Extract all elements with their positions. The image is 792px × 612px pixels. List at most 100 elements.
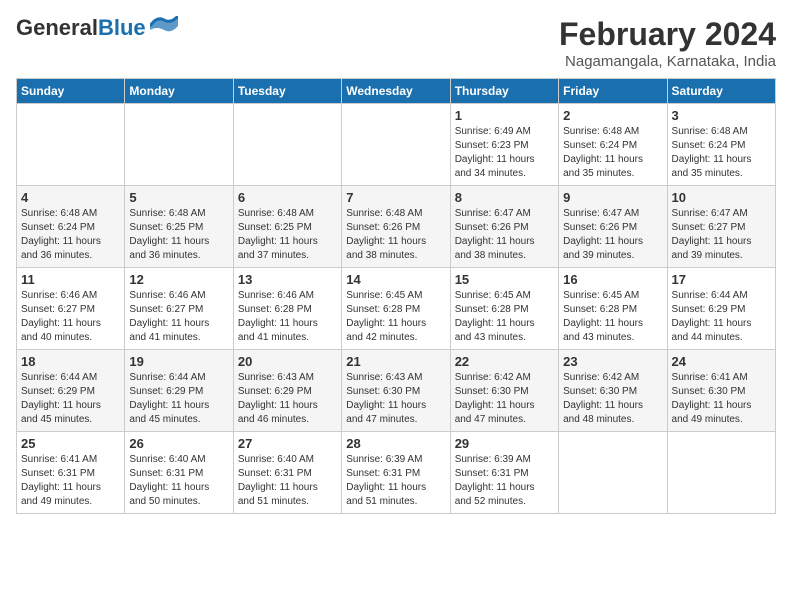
day-cell: 17 Sunrise: 6:44 AM Sunset: 6:29 PM Dayli… bbox=[667, 268, 775, 350]
day-number: 26 bbox=[129, 436, 228, 451]
day-cell: 22 Sunrise: 6:42 AM Sunset: 6:30 PM Dayli… bbox=[450, 350, 558, 432]
day-number: 17 bbox=[672, 272, 771, 287]
header-cell-friday: Friday bbox=[559, 79, 667, 104]
day-cell bbox=[342, 104, 450, 186]
day-info: Sunrise: 6:48 AM Sunset: 6:25 PM Dayligh… bbox=[129, 207, 228, 263]
day-cell: 26 Sunrise: 6:40 AM Sunset: 6:31 PM Dayli… bbox=[125, 432, 233, 514]
day-number: 8 bbox=[455, 190, 554, 205]
day-cell: 25 Sunrise: 6:41 AM Sunset: 6:31 PM Dayli… bbox=[17, 432, 125, 514]
day-cell bbox=[17, 104, 125, 186]
header-cell-sunday: Sunday bbox=[17, 79, 125, 104]
day-cell bbox=[667, 432, 775, 514]
page-header: GeneralBlue February 2024 Nagamangala, K… bbox=[16, 16, 776, 70]
day-info: Sunrise: 6:45 AM Sunset: 6:28 PM Dayligh… bbox=[346, 289, 445, 345]
day-cell: 21 Sunrise: 6:43 AM Sunset: 6:30 PM Dayli… bbox=[342, 350, 450, 432]
header-cell-thursday: Thursday bbox=[450, 79, 558, 104]
day-cell: 14 Sunrise: 6:45 AM Sunset: 6:28 PM Dayli… bbox=[342, 268, 450, 350]
day-info: Sunrise: 6:41 AM Sunset: 6:30 PM Dayligh… bbox=[672, 371, 771, 427]
month-year-title: February 2024 bbox=[559, 16, 776, 53]
day-cell: 28 Sunrise: 6:39 AM Sunset: 6:31 PM Dayli… bbox=[342, 432, 450, 514]
day-number: 13 bbox=[238, 272, 337, 287]
day-number: 5 bbox=[129, 190, 228, 205]
day-cell: 23Sunrise: 6:42 AM Sunset: 6:30 PM Dayli… bbox=[559, 350, 667, 432]
day-cell bbox=[233, 104, 341, 186]
day-cell: 19 Sunrise: 6:44 AM Sunset: 6:29 PM Dayli… bbox=[125, 350, 233, 432]
week-row-3: 11 Sunrise: 6:46 AM Sunset: 6:27 PM Dayli… bbox=[17, 268, 776, 350]
day-cell: 6 Sunrise: 6:48 AM Sunset: 6:25 PM Daylig… bbox=[233, 186, 341, 268]
day-number: 14 bbox=[346, 272, 445, 287]
day-number: 2 bbox=[563, 108, 662, 123]
day-info: Sunrise: 6:41 AM Sunset: 6:31 PM Dayligh… bbox=[21, 453, 120, 509]
day-number: 10 bbox=[672, 190, 771, 205]
day-number: 21 bbox=[346, 354, 445, 369]
day-cell bbox=[125, 104, 233, 186]
day-info: Sunrise: 6:44 AM Sunset: 6:29 PM Dayligh… bbox=[21, 371, 120, 427]
day-info: Sunrise: 6:47 AM Sunset: 6:27 PM Dayligh… bbox=[672, 207, 771, 263]
day-info: Sunrise: 6:48 AM Sunset: 6:24 PM Dayligh… bbox=[672, 125, 771, 181]
day-info: Sunrise: 6:48 AM Sunset: 6:24 PM Dayligh… bbox=[563, 125, 662, 181]
day-info: Sunrise: 6:43 AM Sunset: 6:30 PM Dayligh… bbox=[346, 371, 445, 427]
day-info: Sunrise: 6:43 AM Sunset: 6:29 PM Dayligh… bbox=[238, 371, 337, 427]
day-number: 3 bbox=[672, 108, 771, 123]
day-info: Sunrise: 6:44 AM Sunset: 6:29 PM Dayligh… bbox=[129, 371, 228, 427]
logo: GeneralBlue bbox=[16, 16, 178, 41]
day-info: Sunrise: 6:44 AM Sunset: 6:29 PM Dayligh… bbox=[672, 289, 771, 345]
header-row: SundayMondayTuesdayWednesdayThursdayFrid… bbox=[17, 79, 776, 104]
day-number: 29 bbox=[455, 436, 554, 451]
day-info: Sunrise: 6:39 AM Sunset: 6:31 PM Dayligh… bbox=[346, 453, 445, 509]
day-number: 28 bbox=[346, 436, 445, 451]
day-info: Sunrise: 6:45 AM Sunset: 6:28 PM Dayligh… bbox=[455, 289, 554, 345]
day-number: 15 bbox=[455, 272, 554, 287]
header-cell-saturday: Saturday bbox=[667, 79, 775, 104]
header-cell-wednesday: Wednesday bbox=[342, 79, 450, 104]
day-cell: 3 Sunrise: 6:48 AM Sunset: 6:24 PM Daylig… bbox=[667, 104, 775, 186]
logo-icon bbox=[150, 16, 178, 36]
day-cell: 24 Sunrise: 6:41 AM Sunset: 6:30 PM Dayli… bbox=[667, 350, 775, 432]
title-block: February 2024 Nagamangala, Karnataka, In… bbox=[559, 16, 776, 70]
header-cell-tuesday: Tuesday bbox=[233, 79, 341, 104]
day-number: 25 bbox=[21, 436, 120, 451]
day-info: Sunrise: 6:39 AM Sunset: 6:31 PM Dayligh… bbox=[455, 453, 554, 509]
day-info: Sunrise: 6:42 AM Sunset: 6:30 PM Dayligh… bbox=[455, 371, 554, 427]
day-number: 6 bbox=[238, 190, 337, 205]
day-info: Sunrise: 6:40 AM Sunset: 6:31 PM Dayligh… bbox=[129, 453, 228, 509]
day-number: 18 bbox=[21, 354, 120, 369]
day-number: 12 bbox=[129, 272, 228, 287]
day-cell: 8 Sunrise: 6:47 AM Sunset: 6:26 PM Daylig… bbox=[450, 186, 558, 268]
day-cell: 15 Sunrise: 6:45 AM Sunset: 6:28 PM Dayli… bbox=[450, 268, 558, 350]
day-info: Sunrise: 6:48 AM Sunset: 6:24 PM Dayligh… bbox=[21, 207, 120, 263]
day-cell: 9 Sunrise: 6:47 AM Sunset: 6:26 PM Daylig… bbox=[559, 186, 667, 268]
day-number: 7 bbox=[346, 190, 445, 205]
day-cell: 7Sunrise: 6:48 AM Sunset: 6:26 PM Daylig… bbox=[342, 186, 450, 268]
day-info: Sunrise: 6:40 AM Sunset: 6:31 PM Dayligh… bbox=[238, 453, 337, 509]
day-cell: 16Sunrise: 6:45 AM Sunset: 6:28 PM Dayli… bbox=[559, 268, 667, 350]
day-number: 22 bbox=[455, 354, 554, 369]
week-row-4: 18 Sunrise: 6:44 AM Sunset: 6:29 PM Dayli… bbox=[17, 350, 776, 432]
day-info: Sunrise: 6:47 AM Sunset: 6:26 PM Dayligh… bbox=[455, 207, 554, 263]
day-number: 27 bbox=[238, 436, 337, 451]
day-info: Sunrise: 6:49 AM Sunset: 6:23 PM Dayligh… bbox=[455, 125, 554, 181]
day-info: Sunrise: 6:46 AM Sunset: 6:27 PM Dayligh… bbox=[21, 289, 120, 345]
day-number: 24 bbox=[672, 354, 771, 369]
day-cell: 13Sunrise: 6:46 AM Sunset: 6:28 PM Dayli… bbox=[233, 268, 341, 350]
location-subtitle: Nagamangala, Karnataka, India bbox=[559, 53, 776, 70]
day-number: 4 bbox=[21, 190, 120, 205]
day-number: 19 bbox=[129, 354, 228, 369]
day-cell: 29 Sunrise: 6:39 AM Sunset: 6:31 PM Dayli… bbox=[450, 432, 558, 514]
day-info: Sunrise: 6:47 AM Sunset: 6:26 PM Dayligh… bbox=[563, 207, 662, 263]
day-info: Sunrise: 6:45 AM Sunset: 6:28 PM Dayligh… bbox=[563, 289, 662, 345]
day-info: Sunrise: 6:46 AM Sunset: 6:27 PM Dayligh… bbox=[129, 289, 228, 345]
day-cell: 4 Sunrise: 6:48 AM Sunset: 6:24 PM Daylig… bbox=[17, 186, 125, 268]
day-info: Sunrise: 6:48 AM Sunset: 6:25 PM Dayligh… bbox=[238, 207, 337, 263]
day-number: 11 bbox=[21, 272, 120, 287]
calendar-table: SundayMondayTuesdayWednesdayThursdayFrid… bbox=[16, 78, 776, 514]
week-row-5: 25 Sunrise: 6:41 AM Sunset: 6:31 PM Dayli… bbox=[17, 432, 776, 514]
day-cell bbox=[559, 432, 667, 514]
day-cell: 1Sunrise: 6:49 AM Sunset: 6:23 PM Daylig… bbox=[450, 104, 558, 186]
day-cell: 18 Sunrise: 6:44 AM Sunset: 6:29 PM Dayli… bbox=[17, 350, 125, 432]
header-cell-monday: Monday bbox=[125, 79, 233, 104]
day-cell: 12 Sunrise: 6:46 AM Sunset: 6:27 PM Dayli… bbox=[125, 268, 233, 350]
day-number: 9 bbox=[563, 190, 662, 205]
day-cell: 11 Sunrise: 6:46 AM Sunset: 6:27 PM Dayli… bbox=[17, 268, 125, 350]
day-cell: 27 Sunrise: 6:40 AM Sunset: 6:31 PM Dayli… bbox=[233, 432, 341, 514]
